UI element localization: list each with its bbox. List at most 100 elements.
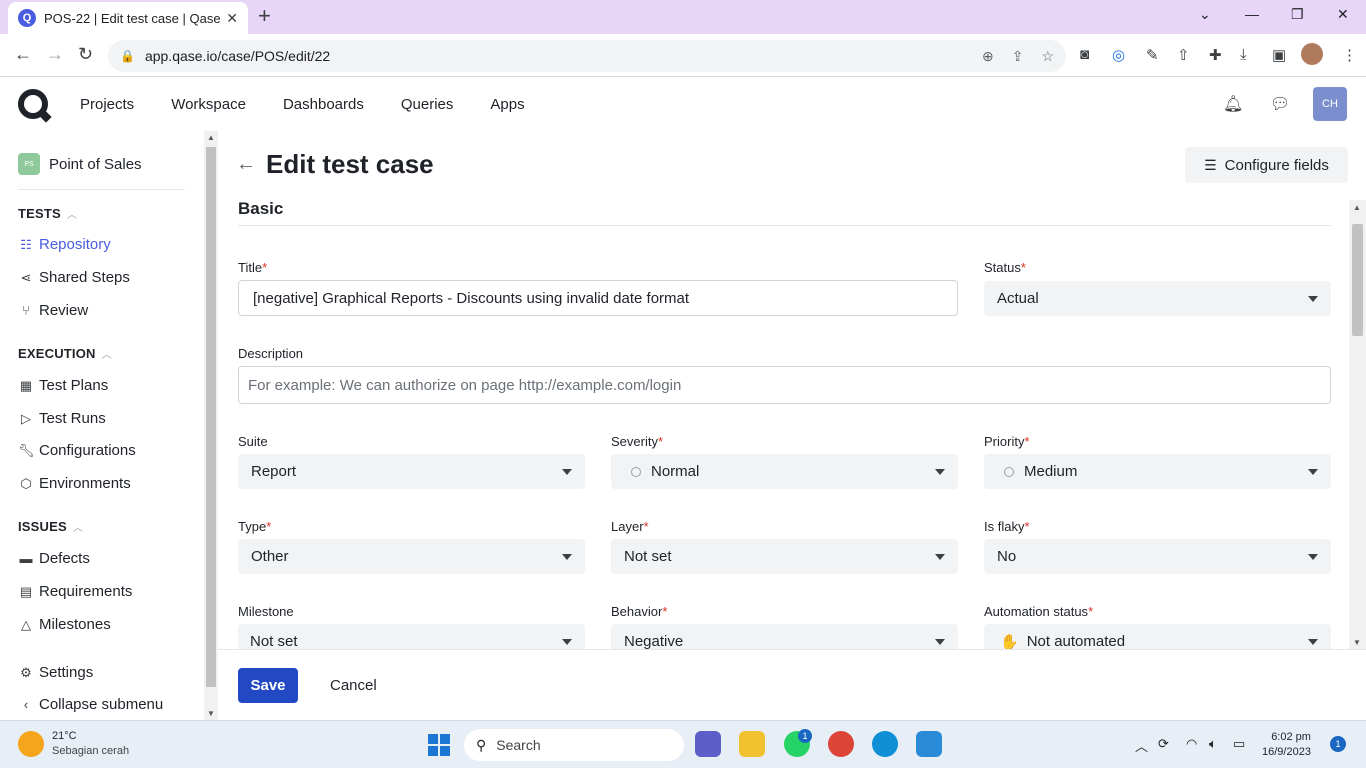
layer-label: Layer* [611,519,649,534]
sync-icon[interactable]: ⟳ [1158,736,1169,752]
type-select[interactable]: Other [238,539,585,574]
sidebar-item-requirements[interactable]: ▤ Requirements [18,583,133,600]
teams-meet-icon[interactable] [695,731,721,757]
project-switcher[interactable]: PS Point of Sales [18,153,142,175]
browser-tab[interactable]: Q POS-22 | Edit test case | Qase ✕ [8,2,248,34]
sidebar-item-repository[interactable]: ☷ Repository [18,236,111,253]
sidebar-scrollbar[interactable]: ▲ ▼ [204,131,218,720]
priority-select[interactable]: Medium [984,454,1331,489]
lock-icon[interactable]: 🔒 [120,49,135,63]
url-text[interactable]: app.qase.io/case/POS/edit/22 [145,48,982,64]
section-execution[interactable]: EXECUTION ︿ [18,346,112,361]
bell-icon[interactable]: 🔔︎ [1223,94,1243,114]
weather-widget[interactable]: 21°C Sebagian cerah [18,729,129,759]
sidebar-divider [18,189,185,190]
nav-apps[interactable]: Apps [490,96,524,113]
title-input[interactable]: [negative] Graphical Reports - Discounts… [238,280,958,316]
new-tab-icon[interactable]: + [258,5,271,27]
side-panel-icon[interactable]: ▣ [1272,46,1286,64]
circle-icon [631,466,641,477]
address-bar[interactable]: 🔒 app.qase.io/case/POS/edit/22 ⊕ ⇪ ☆ [108,40,1066,72]
wifi-icon[interactable]: ◠ [1186,736,1197,752]
sidebar-item-test-runs[interactable]: ▷ Test Runs [18,410,106,427]
back-arrow-icon[interactable]: ← [236,153,256,176]
sidebar-item-test-plans[interactable]: ▦ Test Plans [18,377,108,394]
severity-select[interactable]: Normal [611,454,958,489]
forward-icon[interactable]: → [46,44,64,65]
sidebar-item-shared-steps[interactable]: ⋖ Shared Steps [18,269,130,286]
collapse-submenu-button[interactable]: ‹ Collapse submenu [18,696,163,713]
back-icon[interactable]: ← [14,44,32,65]
nav-workspace[interactable]: Workspace [171,96,246,113]
sidebar-scroll-thumb[interactable] [206,147,216,687]
sidebar-item-configurations[interactable]: 🔧︎ Configurations [18,442,136,459]
is-flaky-select[interactable]: No [984,539,1331,574]
sidebar-item-environments[interactable]: ⬡ Environments [18,475,130,492]
zoom-icon[interactable]: ⊕ [982,48,994,65]
chat-icon[interactable]: 💬︎ [1270,94,1290,114]
weather-condition: Sebagian cerah [52,745,130,757]
configure-fields-button[interactable]: ☰ Configure fields [1185,147,1348,183]
volume-icon[interactable]: 🔈︎ [1209,736,1217,752]
minimize-icon[interactable]: — [1245,6,1259,22]
camera-extension-icon[interactable]: ◙ [1080,46,1089,63]
milestone-select[interactable]: Not set [238,624,585,649]
reload-icon[interactable]: ↻ [78,44,93,65]
chevron-up-icon[interactable]: ︿ [1135,736,1148,755]
chrome-icon[interactable] [828,731,854,757]
tab-search-chevron-icon[interactable]: ⌄ [1199,6,1211,23]
scroll-up-arrow-icon[interactable]: ▲ [1353,203,1361,212]
nav-projects[interactable]: Projects [80,96,134,113]
edge-icon[interactable] [872,731,898,757]
user-avatar[interactable]: CH [1313,87,1347,121]
main-scrollbar[interactable]: ▲ ▼ [1349,200,1366,649]
extensions-puzzle-icon[interactable]: ✚ [1209,46,1222,64]
main-scroll-thumb[interactable] [1352,224,1363,336]
nav-dashboards[interactable]: Dashboards [283,96,364,113]
status-select[interactable]: Actual [984,281,1331,316]
section-tests[interactable]: TESTS ︿ [18,206,77,221]
share-icon[interactable]: ⇪ [1012,48,1024,65]
scroll-down-arrow-icon[interactable]: ▼ [1353,638,1361,647]
download-icon[interactable]: ⤓ [1240,46,1247,63]
automation-status-select[interactable]: ✋ Not automated [984,624,1331,649]
close-window-icon[interactable]: ✕ [1337,6,1349,23]
layer-select[interactable]: Not set [611,539,958,574]
table-icon: ▦ [19,377,33,393]
battery-icon[interactable]: ▭ [1233,736,1245,752]
cancel-button[interactable]: Cancel [318,668,389,703]
browser-menu-icon[interactable]: ⋮ [1342,46,1357,64]
sidebar-item-review[interactable]: ⑂ Review [18,302,88,319]
behavior-select[interactable]: Negative [611,624,958,649]
suite-select[interactable]: Report [238,454,585,489]
scroll-down-arrow-icon[interactable]: ▼ [207,709,215,718]
sidebar-item-defects[interactable]: ▬ Defects [18,550,90,567]
caret-down-icon [1308,638,1318,645]
section-issues[interactable]: ISSUES ︿ [18,519,83,534]
file-explorer-icon[interactable] [739,731,765,757]
taskbar-search[interactable]: ⚲ Search [464,729,684,761]
sidebar-item-settings[interactable]: ⚙ Settings [18,664,93,681]
profile-avatar[interactable] [1301,43,1323,65]
scroll-up-arrow-icon[interactable]: ▲ [207,133,215,142]
extension-pen-icon[interactable]: ✎ [1146,46,1159,64]
notification-badge[interactable]: 1 [1330,736,1346,752]
close-tab-icon[interactable]: ✕ [226,10,238,27]
bookmark-star-icon[interactable]: ☆ [1041,48,1054,65]
caret-down-icon [935,638,945,645]
save-button[interactable]: Save [238,668,298,703]
system-clock[interactable]: 6:02 pm 16/9/2023 [1262,730,1311,760]
temperature: 21°C [52,730,77,742]
sidebar-item-milestones[interactable]: △ Milestones [18,616,111,633]
description-input[interactable]: For example: We can authorize on page ht… [238,366,1331,404]
windows-start-icon[interactable] [428,734,450,756]
caret-down-icon [1308,553,1318,560]
extension-upload-icon[interactable]: ⇧ [1177,46,1190,64]
maximize-icon[interactable]: ❐ [1291,6,1304,23]
project-badge: PS [18,153,40,175]
qase-logo[interactable] [18,89,48,119]
vscode-icon[interactable] [916,731,942,757]
nav-queries[interactable]: Queries [401,96,454,113]
suite-label: Suite [238,434,268,449]
extension-circle-icon[interactable]: ◎ [1112,46,1125,64]
